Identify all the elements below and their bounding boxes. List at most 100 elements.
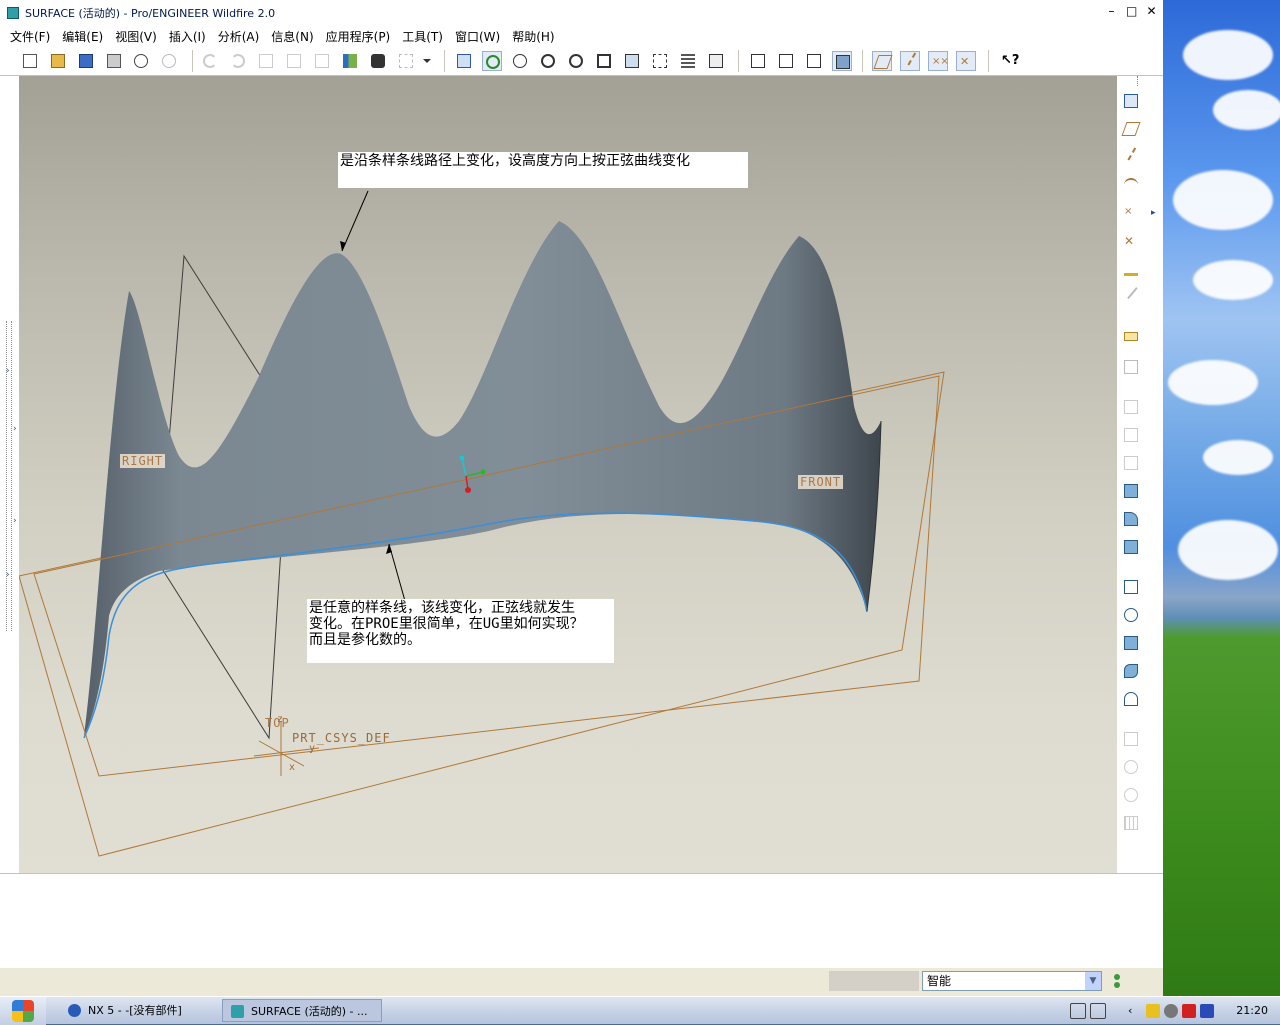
sketch-rect-icon[interactable] [1121, 357, 1141, 377]
thicken-icon[interactable] [1121, 757, 1141, 777]
close-window-icon[interactable] [159, 51, 179, 71]
menu-tools[interactable]: 工具(T) [396, 28, 449, 45]
sketch-icon[interactable] [1121, 91, 1141, 111]
copy-icon[interactable] [1121, 577, 1141, 597]
datum-point-field-icon[interactable] [1121, 259, 1141, 279]
menu-analysis[interactable]: 分析(A) [212, 28, 266, 45]
paste-icon[interactable] [312, 51, 332, 71]
pattern-icon[interactable] [1121, 813, 1141, 833]
menu-info[interactable]: 信息(N) [265, 28, 319, 45]
regenerate-icon[interactable] [340, 51, 360, 71]
zoom-out-icon[interactable] [566, 51, 586, 71]
selection-filter-dropdown[interactable]: 智能 ▼ [922, 971, 1102, 991]
clock[interactable]: 21:20 [1236, 997, 1268, 1025]
saved-views-icon[interactable] [650, 51, 670, 71]
menu-edit[interactable]: 编辑(E) [56, 28, 109, 45]
datum-plane-icon[interactable] [1121, 119, 1141, 139]
new-icon[interactable] [20, 51, 40, 71]
wireframe-icon[interactable] [748, 51, 768, 71]
expand-arrow-icon[interactable]: › [6, 366, 10, 376]
datum-point-offset-icon[interactable]: ✕ [1121, 231, 1141, 251]
menu-applications[interactable]: 应用程序(P) [320, 28, 397, 45]
taskbar-item-nx[interactable]: NX 5 - -[没有部件] [60, 999, 218, 1022]
offset-icon[interactable] [1121, 729, 1141, 749]
help-icon[interactable] [1090, 1003, 1106, 1019]
model-viewport[interactable] [19, 76, 1117, 873]
datum-axis-icon[interactable] [1121, 147, 1147, 167]
save-icon[interactable] [76, 51, 96, 71]
datum-axes-icon[interactable] [900, 51, 927, 72]
copy-icon[interactable] [284, 51, 304, 71]
undo-icon[interactable] [200, 51, 220, 71]
speaker-icon[interactable] [1110, 1004, 1124, 1018]
shell-icon[interactable] [1121, 425, 1141, 445]
expand-arrow-icon[interactable]: ▸ [1151, 208, 1156, 218]
maximize-icon[interactable]: □ [1126, 5, 1137, 17]
graphics-window[interactable]: 是沿条样条线路径上变化，设高度方向上按正弦曲线变化 是任意的样条线，该线变化，正… [19, 76, 1117, 873]
view-manager-icon[interactable] [706, 51, 726, 71]
print-icon[interactable] [104, 51, 124, 71]
chevron-down-icon[interactable]: ▼ [1085, 972, 1101, 990]
title-bar[interactable]: SURFACE (活动的) - Pro/ENGINEER Wildfire 2.… [0, 0, 1163, 26]
cut-icon[interactable] [256, 51, 276, 71]
datum-curve-icon[interactable] [1121, 175, 1141, 195]
reorient-icon[interactable] [622, 51, 642, 71]
menu-insert[interactable]: 插入(I) [163, 28, 212, 45]
csys-label[interactable]: PRT_CSYS_DEF [292, 731, 391, 745]
menu-view[interactable]: 视图(V) [109, 28, 163, 45]
security-alert-icon[interactable] [1146, 1004, 1160, 1018]
open-icon[interactable] [48, 51, 68, 71]
note-icon[interactable] [1121, 329, 1141, 349]
expand-arrow-icon[interactable]: › [6, 570, 10, 580]
whats-this-icon[interactable]: ↖? [998, 51, 1019, 71]
menu-help[interactable]: 帮助(H) [506, 28, 560, 45]
expand-arrow-icon[interactable]: › [13, 516, 17, 526]
shading-icon[interactable] [832, 51, 852, 71]
hidden-line-icon[interactable] [776, 51, 796, 71]
datum-planes-icon[interactable] [872, 51, 893, 71]
left-splitter[interactable]: › › › › [0, 76, 19, 873]
message-area[interactable] [0, 873, 1163, 968]
zoom-in-icon[interactable] [538, 51, 558, 71]
extend-icon[interactable] [1121, 689, 1141, 709]
repaint-icon[interactable] [454, 51, 474, 71]
draft-icon[interactable] [1121, 481, 1141, 501]
dropdown-icon[interactable] [420, 51, 434, 71]
network-icon[interactable] [1164, 1004, 1178, 1018]
email-icon[interactable] [131, 51, 151, 71]
menu-file[interactable]: 文件(F) [4, 28, 56, 45]
trim-icon[interactable] [1121, 661, 1141, 681]
chamfer-icon[interactable] [1121, 537, 1141, 557]
menu-window[interactable]: 窗口(W) [449, 28, 506, 45]
annotation-note-bottom[interactable]: 是任意的样条线，该线变化，正弦线就发生 变化。在PROE里很简单，在UG里如何实… [307, 599, 614, 663]
expand-arrow-icon[interactable]: › [13, 424, 17, 434]
taskbar-item-proe[interactable]: SURFACE (活动的) - ... [222, 999, 382, 1022]
select-box-icon[interactable] [396, 51, 416, 71]
solidify-icon[interactable] [1121, 785, 1141, 805]
rib-icon[interactable] [1121, 453, 1141, 473]
hole-icon[interactable] [1121, 397, 1141, 417]
datum-points-icon[interactable]: ×× [928, 51, 949, 71]
refit-icon[interactable] [594, 51, 614, 71]
close-icon[interactable]: ✕ [1146, 5, 1157, 17]
merge-icon[interactable] [1121, 633, 1141, 653]
start-button[interactable] [0, 997, 46, 1025]
no-hidden-icon[interactable] [804, 51, 824, 71]
mirror-icon[interactable] [1121, 605, 1141, 625]
round-icon[interactable] [1121, 509, 1141, 529]
layers-icon[interactable] [678, 51, 698, 71]
minimize-icon[interactable]: – [1106, 5, 1117, 17]
keyboard-icon[interactable] [1070, 1003, 1086, 1019]
orient-icon[interactable] [510, 51, 530, 71]
datum-label-right[interactable]: RIGHT [120, 454, 166, 468]
find-icon[interactable] [368, 51, 388, 71]
datum-point-icon[interactable]: × [1121, 203, 1141, 223]
csys-icon[interactable]: ✕ [956, 51, 976, 71]
datum-label-front[interactable]: FRONT [798, 475, 844, 489]
redo-icon[interactable] [228, 51, 248, 71]
monitor-icon[interactable] [1200, 1004, 1214, 1018]
tray-expand-icon[interactable]: ‹ [1128, 1004, 1142, 1018]
antivirus-icon[interactable] [1182, 1004, 1196, 1018]
annotation-note-top[interactable]: 是沿条样条线路径上变化，设高度方向上按正弦曲线变化 [338, 152, 748, 188]
spin-center-icon[interactable] [482, 51, 502, 71]
